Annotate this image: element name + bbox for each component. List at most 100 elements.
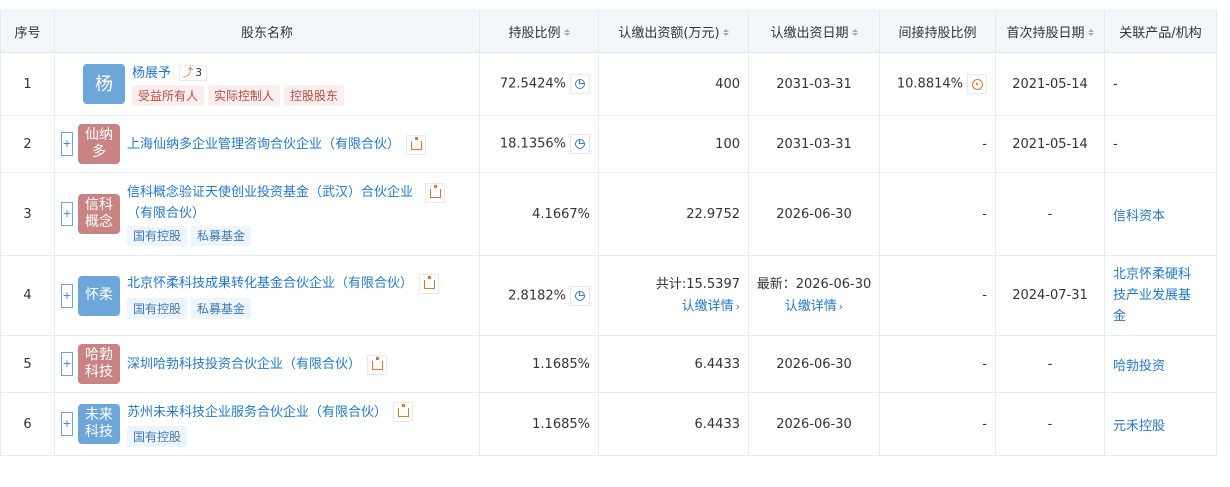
first-date-cell: 2024-07-31 [995,255,1105,336]
header-ratio-label: 持股比例 [508,26,561,41]
capital-detail-link[interactable]: 认缴详情 › [599,296,740,318]
header-capital-label: 认缴出资额(万元) [618,26,720,41]
shareholder-name-link[interactable]: 信科概念验证天使创业投资基金（武汉）合伙企业 [127,185,413,200]
row-index: 5 [0,335,55,393]
header-date[interactable]: 认缴出资日期 [748,10,880,53]
row-index: 1 [0,52,55,116]
company-structure-icon[interactable] [393,402,414,423]
shareholder-cell: 杨 杨展予 ⤴ 3 受益所有人 实际控制人 控股股东 [54,52,480,116]
table-row: 3 + 信科概念 信科概念验证天使创业投资基金（武汉）合伙企业 （有限合伙） 国… [0,172,1217,256]
ratio-cell: 4.1667% [479,172,599,256]
related-cell: 哈勃投资 [1104,335,1217,393]
tag-state-owned: 国有控股 [127,226,188,246]
shareholder-name-link[interactable]: 苏州未来科技企业服务合伙企业（有限合伙） [127,405,387,420]
date-detail-link[interactable]: 认缴详情 › [749,296,879,318]
related-cell: 元禾控股 [1104,392,1217,456]
header-date-label: 认缴出资日期 [770,26,849,41]
ratio-cell: 1.1685% [479,392,599,456]
avatar: 仙纳多 [78,124,120,164]
ratio-cell: 1.1685% [479,335,599,393]
pie-chart-icon[interactable] [570,74,590,94]
shareholder-name-link[interactable]: 杨展予 [132,66,171,81]
tag-state-owned: 国有控股 [127,297,188,319]
related-link[interactable]: 哈勃投资 [1113,359,1165,374]
capital-cell: 100 [598,115,749,173]
company-structure-icon[interactable] [419,273,440,294]
avatar-text: 仙纳多 [85,127,113,160]
sort-icon[interactable] [723,29,729,36]
indirect-cell: - [879,255,996,336]
sort-icon[interactable] [852,29,858,36]
pie-chart-icon[interactable] [570,134,590,154]
tag-private-fund: 私募基金 [191,297,252,319]
related-cell: 信科资本 [1104,172,1217,256]
table-row: 4 + 怀柔 北京怀柔科技成果转化基金合伙企业（有限合伙） 国有控股 私募基金 2 [0,255,1217,336]
first-date-cell: 2021-05-14 [995,52,1105,116]
row-index: 3 [0,172,55,256]
header-index: 序号 [0,10,55,53]
indirect-cell: 10.8814% [879,52,996,116]
capital-cell: 400 [598,52,749,116]
shareholder-name-link[interactable]: 深圳哈勃科技投资合伙企业（有限合伙） [127,357,361,372]
tag-controlling-shareholder: 控股股东 [284,85,345,107]
shareholder-name-link[interactable]: 北京怀柔科技成果转化基金合伙企业（有限合伙） [127,276,413,291]
avatar: 哈勃科技 [78,344,120,384]
shareholder-table: 序号 股东名称 持股比例 认缴出资额(万元) 认缴出资日期 间接持股比例 首次持… [0,10,1217,456]
shareholder-cell: + 哈勃科技 深圳哈勃科技投资合伙企业（有限合伙） [54,335,480,393]
avatar-text: 未来科技 [85,407,113,440]
header-first-date[interactable]: 首次持股日期 [995,10,1105,53]
expand-button[interactable]: + [61,202,73,226]
shareholder-name-link[interactable]: 上海仙纳多企业管理咨询合伙企业（有限合伙） [127,137,400,152]
row-index: 2 [0,115,55,173]
sort-icon[interactable] [564,29,570,36]
row-index: 4 [0,255,55,336]
expand-button[interactable]: + [61,132,73,156]
related-link-line: 技产业发展基 [1113,288,1192,303]
tag-private-fund: 私募基金 [191,226,252,246]
related-link-line: 北京怀柔硬科 [1113,267,1192,282]
sort-icon[interactable] [1088,29,1094,36]
capital-cell: 6.4433 [598,392,749,456]
expand-button[interactable]: + [61,352,73,376]
row-index: 6 [0,392,55,456]
ratio-cell: 18.1356% [479,115,599,173]
capital-cell: 22.9752 [598,172,749,256]
capital-total: 共计:15.5397 [655,276,740,292]
penetration-icon[interactable] [967,74,987,94]
company-structure-icon[interactable] [425,182,446,203]
first-date-cell: 2021-05-14 [995,115,1105,173]
date-latest: 最新：2026-06-30 [756,276,872,292]
expand-button[interactable]: + [61,283,73,308]
chevron-right-icon: › [735,299,740,313]
date-cell: 2031-03-31 [748,52,880,116]
date-cell: 最新：2026-06-30 认缴详情 › [748,255,880,336]
indirect-cell: - [879,335,996,393]
expand-button[interactable]: + [61,412,73,436]
pie-chart-icon[interactable] [570,285,590,306]
table-row: 2 + 仙纳多 上海仙纳多企业管理咨询合伙企业（有限合伙） 18.1356% 1… [0,115,1217,173]
ratio-value: 72.5424% [499,76,566,92]
header-ratio[interactable]: 持股比例 [479,10,599,53]
shareholder-cell: + 未来科技 苏州未来科技企业服务合伙企业（有限合伙） 国有控股 [54,392,480,456]
ratio-value: 18.1356% [499,136,566,152]
related-link[interactable]: 北京怀柔硬科 技产业发展基 金 [1113,264,1216,327]
control-chain-count: 3 [195,66,203,80]
table-row: 6 + 未来科技 苏州未来科技企业服务合伙企业（有限合伙） 国有控股 1.168 [0,392,1217,456]
related-link[interactable]: 信科资本 [1113,209,1165,224]
control-chain-icon[interactable]: ⤴ 3 [179,65,208,82]
header-capital[interactable]: 认缴出资额(万元) [598,10,749,53]
capital-cell: 共计:15.5397 认缴详情 › [598,255,749,336]
date-detail-label[interactable]: 认缴详情 [785,299,837,314]
shareholder-name-link-cont[interactable]: （有限合伙） [127,203,473,224]
avatar: 怀柔 [78,275,120,316]
company-structure-icon[interactable] [367,354,388,375]
capital-detail-label[interactable]: 认缴详情 [682,299,734,314]
shareholder-cell: + 仙纳多 上海仙纳多企业管理咨询合伙企业（有限合伙） [54,115,480,173]
related-cell: 北京怀柔硬科 技产业发展基 金 [1104,255,1217,336]
capital-cell: 6.4433 [598,335,749,393]
table-row: 1 杨 杨展予 ⤴ 3 受益所有人 实际控制人 控股股东 72.5424% 40… [0,52,1217,116]
company-structure-icon[interactable] [406,134,427,155]
related-link[interactable]: 元禾控股 [1113,419,1165,434]
date-cell: 2026-06-30 [748,392,880,456]
header-name: 股东名称 [54,10,480,53]
